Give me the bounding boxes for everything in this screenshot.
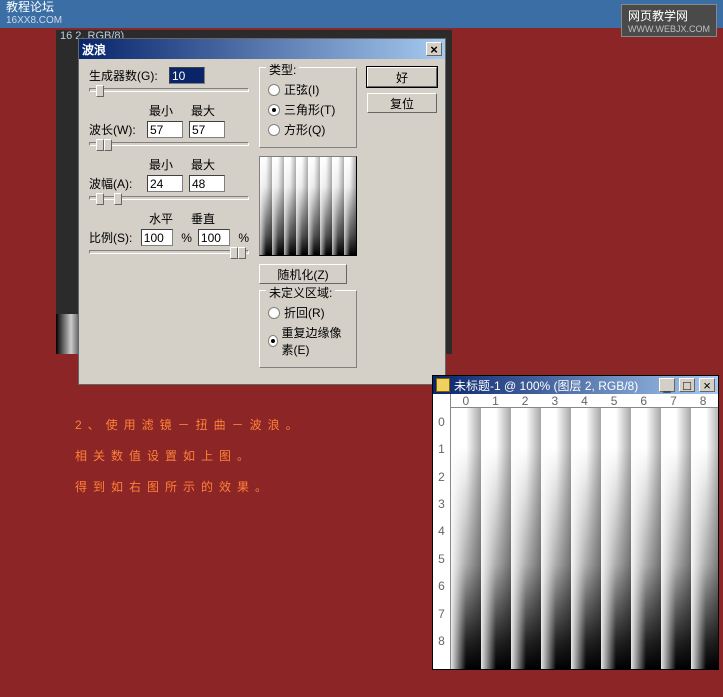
minimize-icon[interactable]: _ bbox=[659, 378, 675, 392]
ok-button[interactable]: 好 bbox=[367, 67, 437, 87]
min-header2: 最小 bbox=[149, 156, 173, 173]
horiz-header: 水平 bbox=[149, 210, 173, 227]
undefined-group: 未定义区域: 折回(R) 重复边缘像素(E) bbox=[259, 290, 357, 368]
site-logo: 网页教学网 WWW.WEBJX.COM bbox=[621, 4, 717, 37]
type-triangle[interactable]: 三角形(T) bbox=[268, 101, 348, 118]
max-header: 最大 bbox=[191, 102, 215, 119]
generators-input[interactable]: 10 bbox=[169, 67, 205, 84]
document-icon bbox=[436, 378, 450, 392]
generators-label: 生成器数(G): bbox=[89, 67, 163, 84]
instruction-line-2: 相关数值设置如上图。 bbox=[75, 441, 304, 472]
wave-preview bbox=[259, 156, 357, 256]
forum-sub: 16XX8.COM bbox=[6, 14, 717, 28]
maximize-icon[interactable]: □ bbox=[679, 378, 695, 392]
undefined-label: 未定义区域: bbox=[266, 284, 335, 301]
forum-header: 教程论坛 16XX8.COM bbox=[0, 0, 723, 28]
amplitude-min-input[interactable]: 24 bbox=[147, 175, 183, 192]
type-group: 类型: 正弦(I) 三角形(T) 方形(Q) bbox=[259, 67, 357, 148]
scale-slider[interactable] bbox=[89, 250, 249, 254]
wavelength-min-input[interactable]: 57 bbox=[147, 121, 183, 138]
amplitude-label: 波幅(A): bbox=[89, 175, 141, 192]
close-icon[interactable]: × bbox=[426, 42, 442, 56]
vert-header: 垂直 bbox=[191, 210, 215, 227]
scale-label: 比例(S): bbox=[89, 229, 135, 246]
horizontal-ruler: 012345678 bbox=[451, 394, 718, 408]
wave-dialog: 波浪 × 生成器数(G): 10 最小 最大 波长(W): 57 57 最小 最… bbox=[78, 38, 446, 385]
type-square[interactable]: 方形(Q) bbox=[268, 121, 348, 138]
tutorial-text: 2、使用滤镜－扭曲－波浪。 相关数值设置如上图。 得到如右图所示的效果。 bbox=[75, 410, 304, 504]
photoshop-document-window: 未标题-1 @ 100% (图层 2, RGB/8) _ □ × 0123456… bbox=[432, 375, 719, 670]
reset-button[interactable]: 复位 bbox=[367, 93, 437, 113]
type-label: 类型: bbox=[266, 61, 299, 78]
generators-slider[interactable] bbox=[89, 88, 249, 92]
dialog-titlebar[interactable]: 波浪 × bbox=[79, 39, 445, 59]
wavelength-slider[interactable] bbox=[89, 142, 249, 146]
forum-title: 教程论坛 bbox=[6, 0, 717, 14]
close-icon[interactable]: × bbox=[699, 378, 715, 392]
scale-v-input[interactable]: 100 bbox=[198, 229, 230, 246]
min-header: 最小 bbox=[149, 102, 173, 119]
type-sine[interactable]: 正弦(I) bbox=[268, 81, 348, 98]
undefined-wrap[interactable]: 折回(R) bbox=[268, 304, 348, 321]
amplitude-slider[interactable] bbox=[89, 196, 249, 200]
instruction-line-1: 2、使用滤镜－扭曲－波浪。 bbox=[75, 410, 304, 441]
dialog-title: 波浪 bbox=[82, 41, 106, 58]
randomize-button[interactable]: 随机化(Z) bbox=[259, 264, 347, 284]
document-title: 未标题-1 @ 100% (图层 2, RGB/8) bbox=[454, 377, 638, 394]
instruction-line-3: 得到如右图所示的效果。 bbox=[75, 472, 304, 503]
max-header2: 最大 bbox=[191, 156, 215, 173]
undefined-repeat[interactable]: 重复边缘像素(E) bbox=[268, 324, 348, 358]
vertical-ruler: 012345678 bbox=[433, 394, 451, 669]
scale-h-input[interactable]: 100 bbox=[141, 229, 173, 246]
wavelength-max-input[interactable]: 57 bbox=[189, 121, 225, 138]
wavelength-label: 波长(W): bbox=[89, 121, 141, 138]
document-titlebar[interactable]: 未标题-1 @ 100% (图层 2, RGB/8) _ □ × bbox=[433, 376, 718, 394]
document-canvas[interactable] bbox=[451, 408, 718, 669]
amplitude-max-input[interactable]: 48 bbox=[189, 175, 225, 192]
